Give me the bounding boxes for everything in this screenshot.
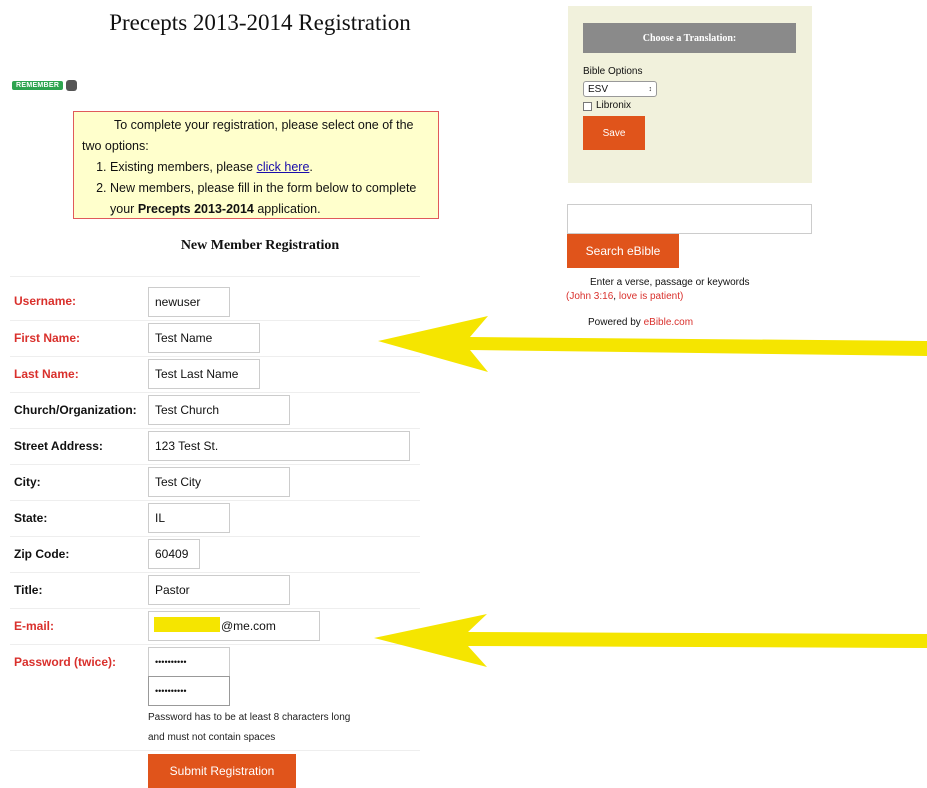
annotation-arrows — [374, 316, 927, 667]
arrow-email — [374, 614, 927, 667]
arrow-first-name — [378, 316, 927, 372]
